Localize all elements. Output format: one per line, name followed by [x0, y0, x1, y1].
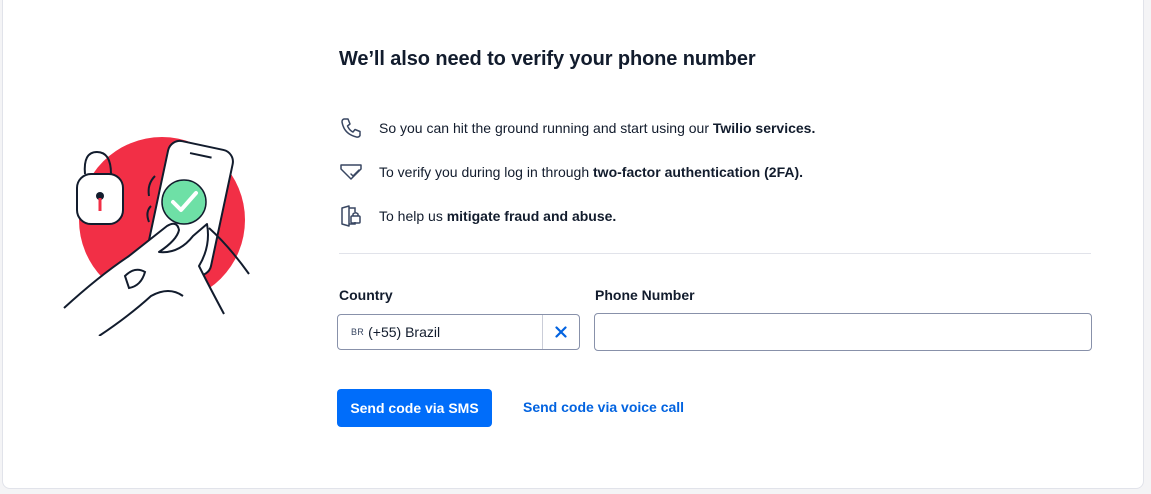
- country-value: (+55) Brazil: [368, 324, 441, 340]
- reason-item-2fa: To verify you during log in through two-…: [339, 159, 803, 185]
- close-icon: [555, 326, 567, 338]
- reason-item-fraud: To help us mitigate fraud and abuse.: [339, 203, 616, 229]
- fraud-lock-icon: [339, 204, 363, 228]
- country-flag-code: BR: [351, 327, 365, 337]
- phone-number-input[interactable]: [594, 313, 1092, 351]
- shield-check-icon: [339, 160, 363, 184]
- verify-phone-card: We’ll also need to verify your phone num…: [2, 0, 1144, 489]
- send-voice-call-link[interactable]: Send code via voice call: [523, 399, 684, 415]
- send-sms-button[interactable]: Send code via SMS: [337, 389, 492, 427]
- country-select[interactable]: BR (+55) Brazil: [337, 314, 580, 350]
- clear-country-button[interactable]: [542, 315, 579, 349]
- phone-number-label: Phone Number: [595, 287, 695, 303]
- page-title: We’ll also need to verify your phone num…: [339, 48, 756, 70]
- reason-text: To help us mitigate fraud and abuse.: [379, 208, 617, 224]
- reason-item-services: So you can hit the ground running and st…: [339, 115, 815, 141]
- phone-verification-illustration: [63, 137, 250, 336]
- reason-text: To verify you during log in through two-…: [379, 164, 804, 180]
- country-label: Country: [339, 287, 393, 303]
- section-divider: [339, 253, 1091, 254]
- phone-icon: [339, 116, 363, 140]
- reason-text: So you can hit the ground running and st…: [379, 120, 816, 136]
